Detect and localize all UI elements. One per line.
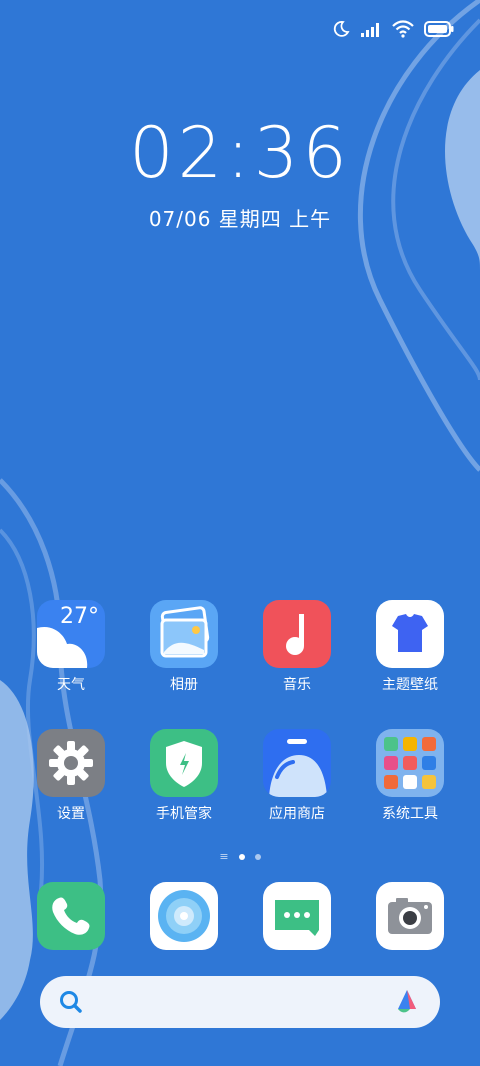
app-label: 音乐 bbox=[283, 677, 311, 693]
phone-icon bbox=[37, 882, 105, 950]
app-label: 应用商店 bbox=[269, 806, 325, 822]
page-indicator[interactable]: ≡ bbox=[0, 850, 480, 863]
app-music[interactable]: 音乐 bbox=[247, 600, 347, 694]
page-dot-2[interactable] bbox=[254, 853, 261, 860]
app-label: 相册 bbox=[170, 677, 198, 693]
app-label: 主题壁纸 bbox=[382, 677, 438, 693]
camera-icon bbox=[376, 882, 444, 950]
dock-browser[interactable] bbox=[134, 882, 234, 950]
messages-icon bbox=[263, 882, 331, 950]
signal-icon bbox=[361, 23, 379, 37]
assistant-icon[interactable] bbox=[392, 987, 422, 1017]
app-label: 设置 bbox=[57, 806, 85, 822]
search-icon[interactable] bbox=[58, 989, 84, 1015]
app-store-icon bbox=[263, 729, 331, 797]
weather-icon: 27° bbox=[37, 600, 105, 668]
app-gallery[interactable]: 相册 bbox=[134, 600, 234, 694]
app-theme[interactable]: 主题壁纸 bbox=[360, 600, 460, 694]
app-label: 手机管家 bbox=[156, 806, 212, 822]
dock-phone[interactable] bbox=[21, 882, 121, 950]
moon-icon bbox=[333, 21, 350, 37]
list-view-icon[interactable]: ≡ bbox=[219, 850, 228, 863]
dock-camera[interactable] bbox=[360, 882, 460, 950]
app-label: 系统工具 bbox=[382, 806, 438, 822]
lock-date[interactable]: 07/06 星期四 上午 bbox=[0, 203, 480, 232]
status-bar bbox=[332, 20, 454, 38]
wifi-icon bbox=[392, 20, 414, 38]
music-icon bbox=[263, 600, 331, 668]
tools-folder-icon bbox=[376, 729, 444, 797]
settings-icon bbox=[37, 729, 105, 797]
app-settings[interactable]: 设置 bbox=[21, 729, 121, 823]
app-store[interactable]: 应用商店 bbox=[247, 729, 347, 823]
app-tools-folder[interactable]: 系统工具 bbox=[360, 729, 460, 823]
page-dot-1[interactable] bbox=[238, 853, 245, 860]
search-bar[interactable] bbox=[40, 976, 440, 1028]
battery-icon bbox=[424, 21, 454, 37]
app-weather[interactable]: 27° 天气 bbox=[21, 600, 121, 694]
gallery-icon bbox=[150, 600, 218, 668]
dock-messages[interactable] bbox=[247, 882, 347, 950]
app-label: 天气 bbox=[57, 677, 85, 693]
lock-clock[interactable]: 02:36 bbox=[0, 112, 480, 194]
security-icon bbox=[150, 729, 218, 797]
theme-icon bbox=[376, 600, 444, 668]
browser-icon bbox=[150, 882, 218, 950]
app-security[interactable]: 手机管家 bbox=[134, 729, 234, 823]
